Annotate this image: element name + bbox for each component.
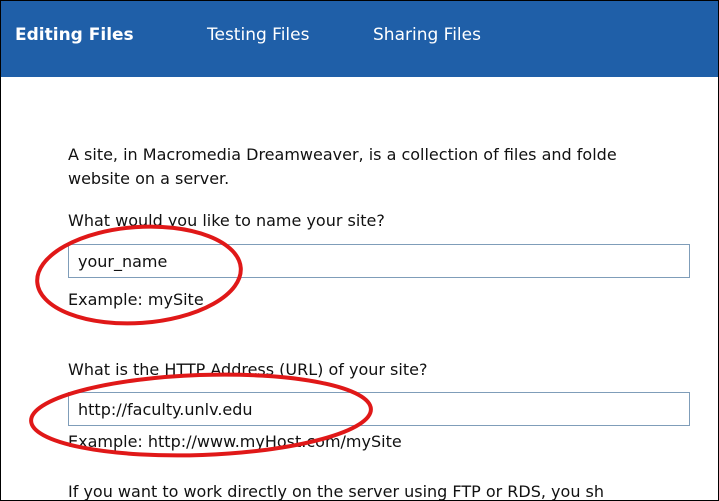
tab-sharing-files[interactable]: Sharing Files (373, 25, 481, 45)
site-name-example: Example: mySite (68, 290, 204, 309)
tab-editing-files[interactable]: Editing Files (15, 25, 134, 45)
site-url-example: Example: http://www.myHost.com/mySite (68, 432, 402, 451)
site-url-field (68, 392, 690, 426)
ftp-rds-text: If you want to work directly on the serv… (68, 482, 605, 501)
site-name-field (68, 244, 690, 278)
content-panel: A site, in Macromedia Dreamweaver, is a … (1, 77, 718, 500)
site-name-input[interactable] (69, 245, 689, 277)
intro-text-line-2: website on a server. (68, 169, 230, 188)
site-name-question: What would you like to name your site? (68, 211, 385, 230)
tab-testing-files[interactable]: Testing Files (207, 25, 309, 45)
site-url-question: What is the HTTP Address (URL) of your s… (68, 360, 428, 379)
wizard-window: Editing Files Testing Files Sharing File… (0, 0, 719, 501)
tab-bar: Editing Files Testing Files Sharing File… (1, 1, 718, 77)
site-url-input[interactable] (69, 393, 689, 425)
intro-text-line-1: A site, in Macromedia Dreamweaver, is a … (68, 145, 617, 164)
